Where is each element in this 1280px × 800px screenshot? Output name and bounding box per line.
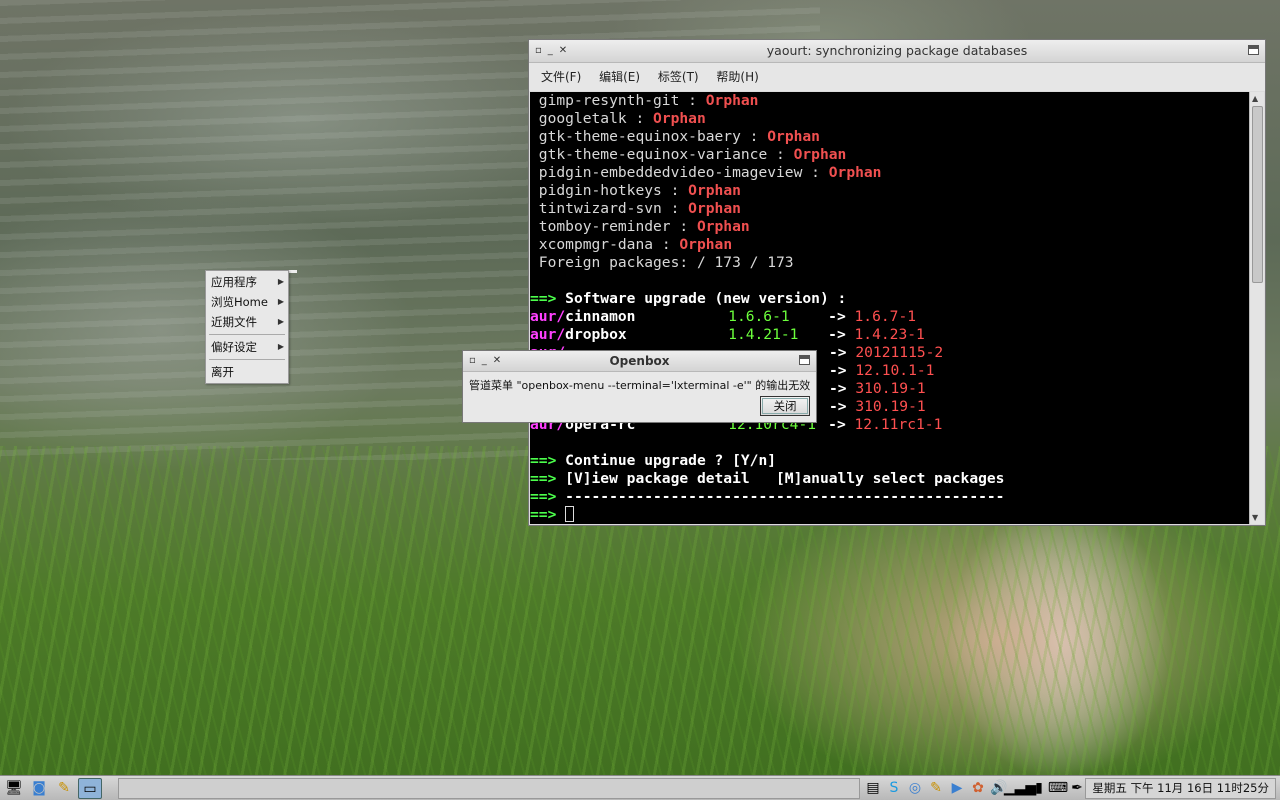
- maximize-icon[interactable]: ▫: [469, 355, 482, 366]
- close-icon[interactable]: ✕: [559, 45, 573, 56]
- menu-file[interactable]: 文件(F): [541, 70, 581, 84]
- menu-edit[interactable]: 编辑(E): [599, 70, 640, 84]
- submenu-arrow-icon: ▶: [277, 297, 284, 306]
- foreign-count-line: Foreign packages: / 173 / 173: [538, 254, 794, 271]
- menu-separator: [209, 359, 285, 360]
- orphan-line: tomboy-reminder : Orphan: [538, 218, 750, 235]
- terminal-scrollbar[interactable]: ▲ ▼: [1249, 92, 1264, 524]
- terminal-menubar: 文件(F) 编辑(E) 标签(T) 帮助(H): [529, 63, 1265, 91]
- task-list[interactable]: [118, 778, 860, 799]
- scroll-down-icon[interactable]: ▼: [1252, 513, 1258, 522]
- input-prompt-line[interactable]: ==>: [530, 506, 1251, 524]
- menu-item-recent-files[interactable]: 近期文件 ▶: [206, 312, 288, 332]
- window-menu-icon[interactable]: [799, 355, 810, 365]
- menu-item-exit[interactable]: 离开: [206, 362, 288, 382]
- minimize-icon[interactable]: _: [482, 355, 493, 366]
- separator-line: ==> ------------------------------------…: [530, 488, 1005, 505]
- upgrade-line: aur/cinnamon 1.6.6-1 -> 1.6.7-1: [530, 308, 917, 325]
- file-manager-icon[interactable]: ◙: [28, 778, 50, 797]
- close-icon[interactable]: ✕: [493, 355, 507, 366]
- show-desktop-icon[interactable]: 🖥: [3, 778, 25, 797]
- orphan-line: pidgin-embeddedvideo-imageview : Orphan: [538, 164, 882, 181]
- battery-icon[interactable]: ▮: [1032, 778, 1046, 797]
- orphan-line: gimp-resynth-git : Orphan: [538, 92, 759, 109]
- taskbar: 🖥 ◙ ✎ ▭ ▤ S ◎ ✎ ▶ ✿ 🔊 ▁▃▅ ▮ ⌨ ✒ 星期五 下午 1…: [0, 775, 1280, 800]
- media-icon[interactable]: ▶: [948, 778, 966, 797]
- orphan-line: googletalk : Orphan: [538, 110, 706, 127]
- options-line: ==> [V]iew package detail [M]anually sel…: [530, 470, 1005, 487]
- desktop-context-menu: 应用程序 ▶ 浏览Home ▶ 近期文件 ▶ 偏好设定 ▶ 离开: [205, 270, 289, 384]
- close-button[interactable]: 关闭: [760, 396, 810, 416]
- dialog-titlebar[interactable]: ▫_✕ Openbox: [463, 351, 816, 372]
- submenu-arrow-icon: ▶: [277, 317, 284, 326]
- minimize-icon[interactable]: _: [548, 45, 559, 56]
- terminal-task-icon[interactable]: ▭: [78, 778, 102, 799]
- openbox-dialog: ▫_✕ Openbox 管道菜单 "openbox-menu --termina…: [462, 350, 817, 423]
- window-controls: ▫_✕: [535, 40, 573, 62]
- orphan-line: gtk-theme-equinox-variance : Orphan: [538, 146, 847, 163]
- text-cursor: [565, 506, 575, 522]
- clock[interactable]: 星期五 下午 11月 16日 11时25分: [1085, 778, 1276, 799]
- network-icon[interactable]: ◎: [906, 778, 924, 797]
- terminal-window: ▫_✕ yaourt: synchronizing package databa…: [528, 39, 1266, 526]
- window-controls: ▫_✕: [469, 351, 507, 371]
- maximize-icon[interactable]: ▫: [535, 45, 548, 56]
- menu-item-preferences[interactable]: 偏好设定 ▶: [206, 337, 288, 357]
- menu-item-applications[interactable]: 应用程序 ▶: [206, 272, 288, 292]
- menu-tabs[interactable]: 标签(T): [658, 70, 699, 84]
- dialog-title: Openbox: [609, 354, 670, 368]
- notes-icon[interactable]: ▤: [864, 778, 882, 797]
- scrollbar-thumb[interactable]: [1252, 106, 1263, 283]
- continue-prompt-line: ==> Continue upgrade ? [Y/n]: [530, 452, 777, 469]
- keyboard-icon[interactable]: ⌨: [1048, 778, 1068, 797]
- editor-tray-icon[interactable]: ✎: [927, 778, 945, 797]
- dialog-message: 管道菜单 "openbox-menu --terminal='lxtermina…: [469, 379, 811, 392]
- upgrade-header-line: ==> Software upgrade (new version) :: [530, 290, 847, 307]
- menu-item-browse-home[interactable]: 浏览Home ▶: [206, 292, 288, 312]
- terminal-output[interactable]: gimp-resynth-git : Orphan googletalk : O…: [530, 92, 1251, 524]
- orphan-line: tintwizard-svn : Orphan: [538, 200, 741, 217]
- launcher: 🖥 ◙ ✎ ▭: [3, 778, 102, 799]
- orphan-line: pidgin-hotkeys : Orphan: [538, 182, 741, 199]
- text-editor-icon[interactable]: ✎: [53, 778, 75, 797]
- pen-icon[interactable]: ✒: [1070, 778, 1084, 797]
- signal-icon[interactable]: ▁▃▅: [1004, 778, 1036, 797]
- submenu-arrow-icon: ▶: [277, 342, 284, 351]
- app-tray-icon[interactable]: ✿: [969, 778, 987, 797]
- skype-icon[interactable]: S: [885, 778, 903, 797]
- menu-separator: [209, 334, 285, 335]
- menu-help[interactable]: 帮助(H): [716, 70, 758, 84]
- orphan-line: gtk-theme-equinox-baery : Orphan: [538, 128, 820, 145]
- terminal-titlebar[interactable]: ▫_✕ yaourt: synchronizing package databa…: [529, 40, 1265, 63]
- system-tray: ▤ S ◎ ✎ ▶ ✿ 🔊 ▁▃▅ ▮ ⌨ ✒: [864, 778, 1084, 797]
- scroll-up-icon[interactable]: ▲: [1252, 94, 1258, 103]
- submenu-arrow-icon: ▶: [277, 277, 284, 286]
- window-menu-icon[interactable]: [1248, 45, 1259, 55]
- window-title: yaourt: synchronizing package databases: [766, 43, 1028, 58]
- orphan-line: xcompmgr-dana : Orphan: [538, 236, 733, 253]
- upgrade-line: aur/dropbox 1.4.21-1 -> 1.4.23-1: [530, 326, 925, 343]
